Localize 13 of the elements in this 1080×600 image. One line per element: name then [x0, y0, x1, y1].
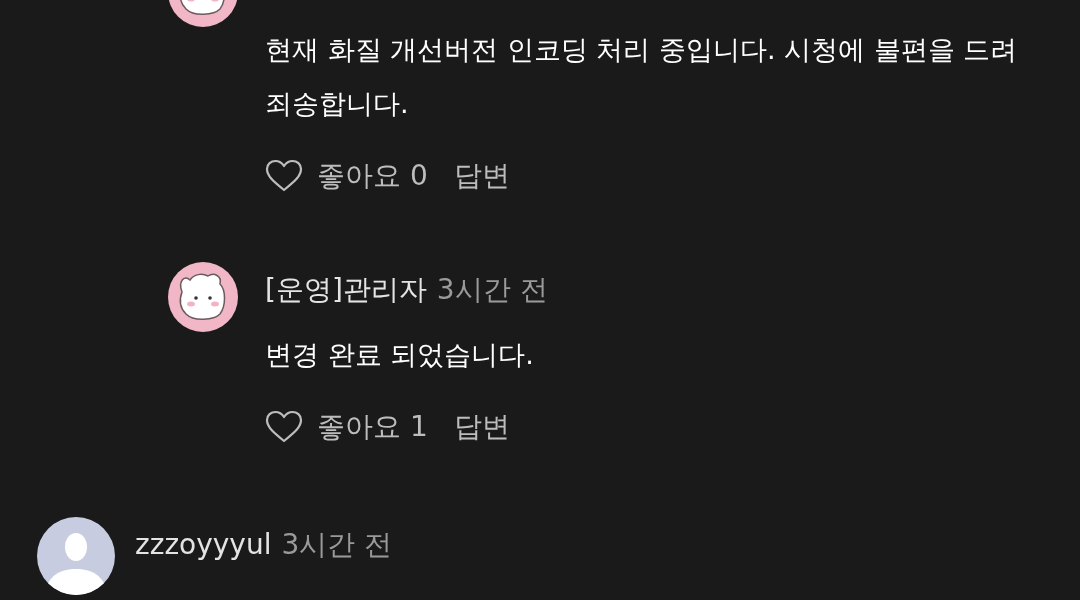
author-name: [운영]관리자 [265, 272, 427, 308]
bunny-avatar-icon [168, 262, 238, 332]
comment-text: 현재 화질 개선버전 인코딩 처리 중입니다. 시청에 불편을 드려 죄송합니다. [265, 33, 1019, 121]
reply-button[interactable]: 답변 [453, 408, 510, 446]
author-name: zzzoyyyul [135, 527, 272, 563]
comment-text: 변경 완료 되었습니다. [265, 338, 535, 372]
reply-button[interactable]: 답변 [453, 157, 510, 195]
heart-icon[interactable] [265, 159, 303, 193]
like-button[interactable]: 좋아요 1 [317, 408, 428, 446]
comment-time: 3시간 전 [281, 527, 393, 563]
heart-icon[interactable] [265, 410, 303, 444]
like-button[interactable]: 좋아요 0 [317, 157, 428, 195]
comment-time: 3시간 전 [436, 272, 548, 308]
